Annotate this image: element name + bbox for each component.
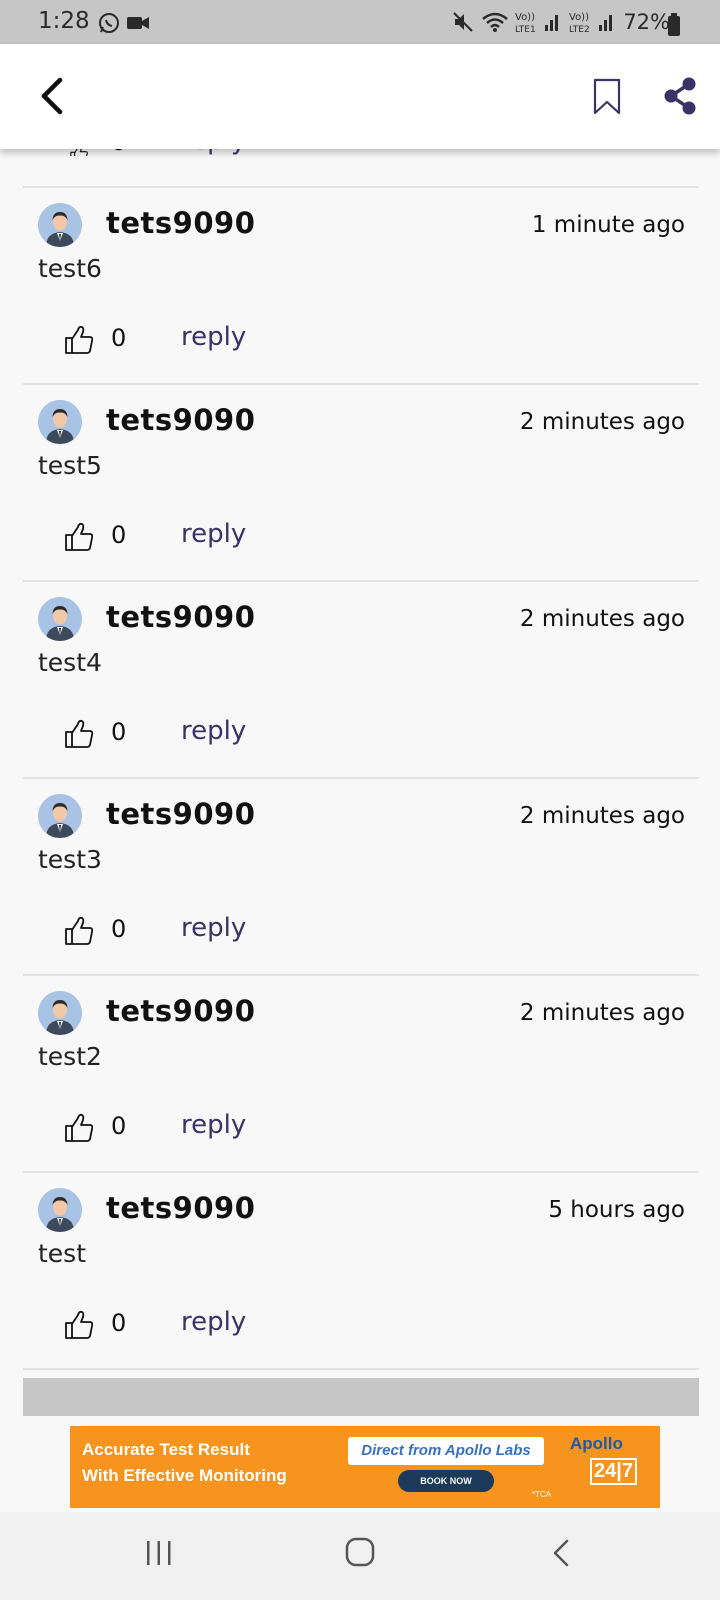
avatar (38, 1188, 82, 1232)
ad-headline-2: With Effective Monitoring (82, 1466, 287, 1485)
comment-timestamp: 5 hours ago (548, 1197, 685, 1223)
system-nav-bar (0, 1512, 720, 1600)
comment-timestamp: 2 minutes ago (519, 409, 685, 435)
bookmark-icon[interactable] (592, 78, 622, 116)
comments-container: tets9090 1 minute ago test6 0 reply tets… (23, 188, 699, 1370)
status-left-icons (98, 12, 150, 34)
svg-text:LTE2: LTE2 (569, 25, 590, 35)
signal-lte2-icon: Vo)) LTE2 (569, 12, 613, 35)
avatar (38, 400, 82, 444)
ad-footnote: *TCA (532, 1490, 552, 1499)
comment-username[interactable]: tets9090 (106, 1191, 255, 1225)
reply-button[interactable]: reply (181, 913, 246, 943)
avatar (38, 794, 82, 838)
back-icon[interactable] (550, 1538, 572, 1568)
comment-timestamp: 2 minutes ago (519, 803, 685, 829)
comment-timestamp: 2 minutes ago (519, 606, 685, 632)
back-arrow-icon[interactable] (34, 74, 74, 118)
comment-item: tets9090 1 minute ago test6 0 reply (23, 188, 699, 385)
list-footer-band (23, 1378, 699, 1416)
battery-icon (668, 13, 680, 36)
comment-text: test (38, 1239, 87, 1268)
ad-banner[interactable]: Accurate Test Result With Effective Moni… (70, 1426, 660, 1508)
status-right-icons: Vo)) LTE1 Vo)) LTE2 72% (451, 9, 670, 35)
apollo-logo: Apollo 24|7 (570, 1434, 654, 1500)
wifi-icon (482, 12, 509, 32)
avatar (38, 991, 82, 1035)
thumbs-up-icon[interactable] (63, 1112, 95, 1144)
ad-book-now-button[interactable]: BOOK NOW (398, 1470, 494, 1492)
comment-username[interactable]: tets9090 (106, 994, 255, 1028)
comment-username[interactable]: tets9090 (106, 797, 255, 831)
like-count: 0 (111, 324, 127, 352)
recent-apps-icon[interactable] (144, 1538, 174, 1568)
comment-text: test6 (38, 254, 102, 283)
comment-item: tets9090 2 minutes ago test4 0 reply (23, 582, 699, 779)
ad-brand: Apollo (570, 1434, 623, 1453)
mute-icon (453, 12, 474, 32)
reply-button[interactable]: reply (181, 1307, 246, 1337)
like-count: 0 (111, 521, 127, 549)
comment-text: test2 (38, 1042, 102, 1071)
app-bar (0, 44, 720, 149)
signal-lte1-icon: Vo)) LTE1 (515, 12, 559, 35)
reply-button[interactable]: reply (181, 519, 246, 549)
thumbs-up-icon[interactable] (63, 324, 95, 356)
svg-text:LTE1: LTE1 (515, 25, 536, 35)
comment-item: tets9090 5 hours ago test 0 reply (23, 1173, 699, 1370)
comment-timestamp: 1 minute ago (531, 212, 685, 238)
comment-list: 0 reply tets9090 1 minute ago test6 0 re… (23, 140, 699, 1370)
svg-text:Vo)): Vo)) (515, 12, 535, 23)
reply-button[interactable]: reply (181, 716, 246, 746)
avatar (38, 597, 82, 641)
avatar (38, 203, 82, 247)
like-count: 0 (111, 915, 127, 943)
share-icon[interactable] (662, 76, 698, 116)
comment-text: test5 (38, 451, 102, 480)
video-camera-icon (127, 17, 149, 29)
thumbs-up-icon[interactable] (63, 718, 95, 750)
comment-username[interactable]: tets9090 (106, 206, 255, 240)
status-time: 1:28 (38, 8, 90, 34)
ad-brand-number: 24|7 (590, 1458, 637, 1485)
like-count: 0 (111, 718, 127, 746)
comment-timestamp: 2 minutes ago (519, 1000, 685, 1026)
svg-text:Vo)): Vo)) (569, 12, 589, 23)
status-bar: 1:28 Vo)) LTE1 Vo)) LTE2 72% (0, 0, 720, 44)
whatsapp-icon (99, 13, 119, 33)
ad-headline-1: Accurate Test Result (82, 1440, 250, 1459)
comment-username[interactable]: tets9090 (106, 403, 255, 437)
reply-button[interactable]: reply (181, 322, 246, 352)
comment-item: tets9090 2 minutes ago test3 0 reply (23, 779, 699, 976)
like-count: 0 (111, 1112, 127, 1140)
battery-percent: 72% (623, 10, 670, 34)
comment-item: tets9090 2 minutes ago test2 0 reply (23, 976, 699, 1173)
comment-text: test4 (38, 648, 102, 677)
like-count: 0 (111, 1309, 127, 1337)
comment-item: tets9090 2 minutes ago test5 0 reply (23, 385, 699, 582)
thumbs-up-icon[interactable] (63, 1309, 95, 1341)
thumbs-up-icon[interactable] (63, 521, 95, 553)
thumbs-up-icon[interactable] (63, 915, 95, 947)
comment-username[interactable]: tets9090 (106, 600, 255, 634)
home-icon[interactable] (344, 1536, 376, 1568)
ad-tagline: Direct from Apollo Labs (348, 1437, 544, 1465)
reply-button[interactable]: reply (181, 1110, 246, 1140)
comment-text: test3 (38, 845, 102, 874)
